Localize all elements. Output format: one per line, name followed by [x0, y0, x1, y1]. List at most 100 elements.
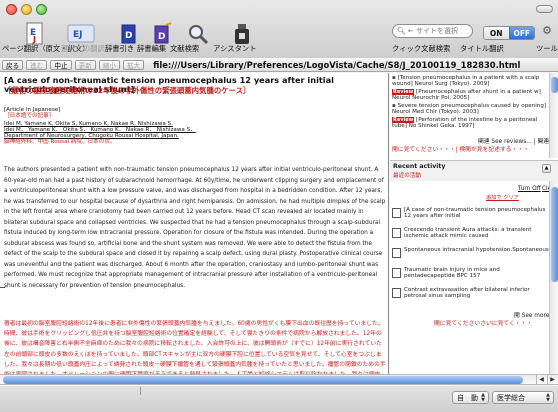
recent-item-text[interactable]: Crescendo transient Aura attacks: a tran…	[404, 227, 549, 239]
svg-text:EJ: EJ	[73, 30, 83, 40]
on-button[interactable]: ON	[484, 27, 509, 39]
review-badge: Review	[392, 89, 415, 95]
article-type-translation: ［日本語での記事］	[4, 113, 55, 119]
affiliation-translation: 脳神経外科、中国 Rousai 病院、日本の状。	[4, 139, 116, 145]
scroll-left-button[interactable]: ◀	[536, 375, 546, 385]
dictionary-icon: D	[121, 24, 136, 44]
dictionary-edit-icon: D	[154, 22, 172, 44]
recent-item[interactable]: Spontaneous intracranial hypotension.Spo…	[392, 247, 552, 258]
zoom-window-button[interactable]	[36, 4, 47, 15]
turn-off-link[interactable]: Turn Off	[518, 186, 541, 192]
recent-item-text[interactable]: Traumatic brain injury in mice and penta…	[404, 267, 549, 279]
document-icon	[392, 248, 401, 258]
site-search-field[interactable]: 🔍︎	[392, 24, 476, 38]
back-button[interactable]: 戻る	[2, 59, 24, 70]
document-search-label[interactable]: 文献検索	[170, 44, 199, 54]
splitter[interactable]	[140, 387, 141, 395]
collapse-button[interactable]: ▲	[542, 164, 551, 173]
dictionary-edit-label[interactable]: 辞書編集	[137, 44, 166, 54]
recent-item-text[interactable]: Spontaneous intracranial hypotension.Spo…	[404, 247, 549, 253]
stop-button[interactable]: 中止	[50, 59, 72, 70]
toolbar: E J EJ D D 🔍︎ ← サイトを選択 ON OFF ⚙ ページ翻訳（原文…	[0, 0, 558, 67]
mode-select-value: 自 動	[457, 393, 478, 402]
bullet-icon: ▪	[392, 103, 396, 109]
related-item[interactable]: ▪ Severe tension pneumocephalus caused b…	[392, 103, 547, 116]
recent-activity-header: Recent activity 最近の活動 ▲	[390, 161, 558, 181]
navigation-bar: 戻る 進む 中止 更新 縮小 拡大 file:///Users/Library/…	[0, 58, 558, 72]
related-item-text[interactable]: [Pneumocephalus after shunt in a patient…	[392, 89, 541, 101]
zoom-out-button[interactable]: 縮小	[98, 59, 120, 70]
recent-scrollbar-thumb[interactable]	[551, 187, 558, 282]
title-translate-label[interactable]: タイトル翻訳	[460, 44, 504, 54]
triangle-up-icon: ▲	[544, 165, 549, 171]
status-bar: 自 動 ▲ ▼ 医学総合 ▲ ▼	[0, 386, 558, 412]
on-off-toggle[interactable]: ON OFF	[483, 26, 535, 40]
recent-item-text[interactable]: [A case of non-traumatic tension pneumoc…	[404, 207, 549, 219]
select-arrows-icon: ▲ ▼	[481, 392, 485, 403]
abstract-text: The authors presented a patient with non…	[4, 167, 386, 289]
related-note: 閲に見てください・・・| 検閲が見を記述する・・・	[392, 147, 529, 153]
toolbar-labels: ページ翻訳（原文・訳文） 選択文の翻訳 辞書引き 辞書編集 文献検索 アシスタン…	[0, 44, 558, 56]
see-more-note: 閲に見てくださいさいに見てく・・・	[434, 321, 533, 327]
document-icon	[392, 288, 401, 298]
horizontal-scrollbar-thumb[interactable]	[3, 376, 523, 384]
close-window-button[interactable]	[6, 4, 17, 15]
refresh-button[interactable]: 更新	[74, 59, 96, 70]
quick-search-label[interactable]: クィック文献検索	[392, 44, 450, 54]
arrow-left-icon: ◀	[539, 376, 544, 383]
recent-activity-title-translation: 最近の活動	[393, 173, 421, 179]
svg-text:J: J	[32, 35, 36, 44]
magnifier-icon	[189, 25, 209, 45]
recent-item[interactable]: Crescendo transient Aura attacks: a tran…	[392, 227, 552, 239]
recent-item-text[interactable]: Contrast extravasation after bilateral i…	[404, 287, 549, 299]
gear-icon: ⚙	[542, 24, 552, 37]
related-item-text[interactable]: [Tension pneumocephalus in a patient wit…	[392, 75, 539, 87]
recent-scrollbar[interactable]	[549, 181, 558, 374]
app-window: E J EJ D D 🔍︎ ← サイトを選択 ON OFF ⚙ ページ翻訳（原文…	[0, 0, 558, 412]
recent-item[interactable]: Contrast extravasation after bilateral i…	[392, 287, 552, 299]
tools-label[interactable]: ツール	[536, 44, 558, 54]
horizontal-scrollbar[interactable]: ◀ ▶	[0, 374, 558, 385]
database-select-value: 医学総合	[497, 393, 525, 402]
recent-item[interactable]: [A case of non-traumatic tension pneumoc…	[392, 207, 552, 219]
sidebar: ▪ [Tension pneumocephalus in a patient w…	[390, 73, 558, 374]
site-search-input[interactable]	[407, 27, 476, 35]
related-articles: ▪ [Tension pneumocephalus in a patient w…	[390, 73, 558, 153]
dictionary-lookup-label[interactable]: 辞書引き	[105, 44, 134, 54]
related-item[interactable]: Review [Perforation of the intestine by …	[392, 117, 547, 130]
forward-button[interactable]: 進む	[26, 59, 48, 70]
search-icon: 🔍︎	[397, 27, 406, 35]
svg-text:D: D	[158, 32, 165, 42]
document-icon	[392, 208, 401, 218]
article-title-translation: ［最初の脳室腹腔短絡術の12年後の非外傷性の緊張頭蓋内気腫のケース］	[4, 86, 251, 95]
ej-translate-icon: EJ	[67, 24, 95, 43]
selection-translate-label[interactable]: 選択文の翻訳	[61, 44, 105, 54]
related-item-text[interactable]: [Perforation of the intestine by a perit…	[392, 117, 537, 129]
related-scrollbar-thumb[interactable]	[551, 77, 558, 93]
turn-off-translation: 追加で クリア	[486, 195, 519, 201]
url-display[interactable]: file:///Users/Library/Preferences/LogoVi…	[153, 60, 520, 70]
document-icon	[392, 228, 401, 238]
scroll-right-button[interactable]: ▶	[547, 375, 557, 385]
related-item[interactable]: ▪ [Tension pneumocephalus in a patient w…	[392, 75, 547, 88]
tools-button[interactable]: ⚙	[538, 24, 556, 38]
minimize-window-button[interactable]	[21, 4, 32, 15]
related-scrollbar[interactable]	[549, 73, 558, 158]
zoom-in-button[interactable]: 拡大	[122, 59, 145, 70]
off-button[interactable]: OFF	[508, 27, 534, 39]
recent-item[interactable]: Traumatic brain injury in mice and penta…	[392, 267, 552, 279]
database-select[interactable]: 医学総合 ▲ ▼	[492, 391, 554, 404]
bullet-icon: ▪	[392, 75, 396, 81]
mode-select[interactable]: 自 動 ▲ ▼	[452, 391, 489, 404]
review-badge: Review	[392, 117, 415, 123]
arrow-right-icon: ▶	[550, 376, 555, 383]
toolbar-toggle-button[interactable]	[536, 5, 553, 13]
svg-text:D: D	[125, 31, 132, 41]
section-marker	[0, 287, 5, 288]
article-content: [A case of non-traumatic tension pneumoc…	[0, 73, 389, 374]
assistant-label[interactable]: アシスタント	[213, 44, 257, 54]
recent-activity-title: Recent activity	[393, 163, 446, 170]
related-item[interactable]: Review [Pneumocephalus after shunt in a …	[392, 89, 547, 102]
related-item-text[interactable]: Severe tension pneumocephalus caused by …	[392, 103, 546, 115]
abstract-translation: 著者は最初の脳室腹腔短絡術の12年後に患者に非外傷性の緊張頭蓋内気腫を与えました…	[4, 321, 386, 374]
